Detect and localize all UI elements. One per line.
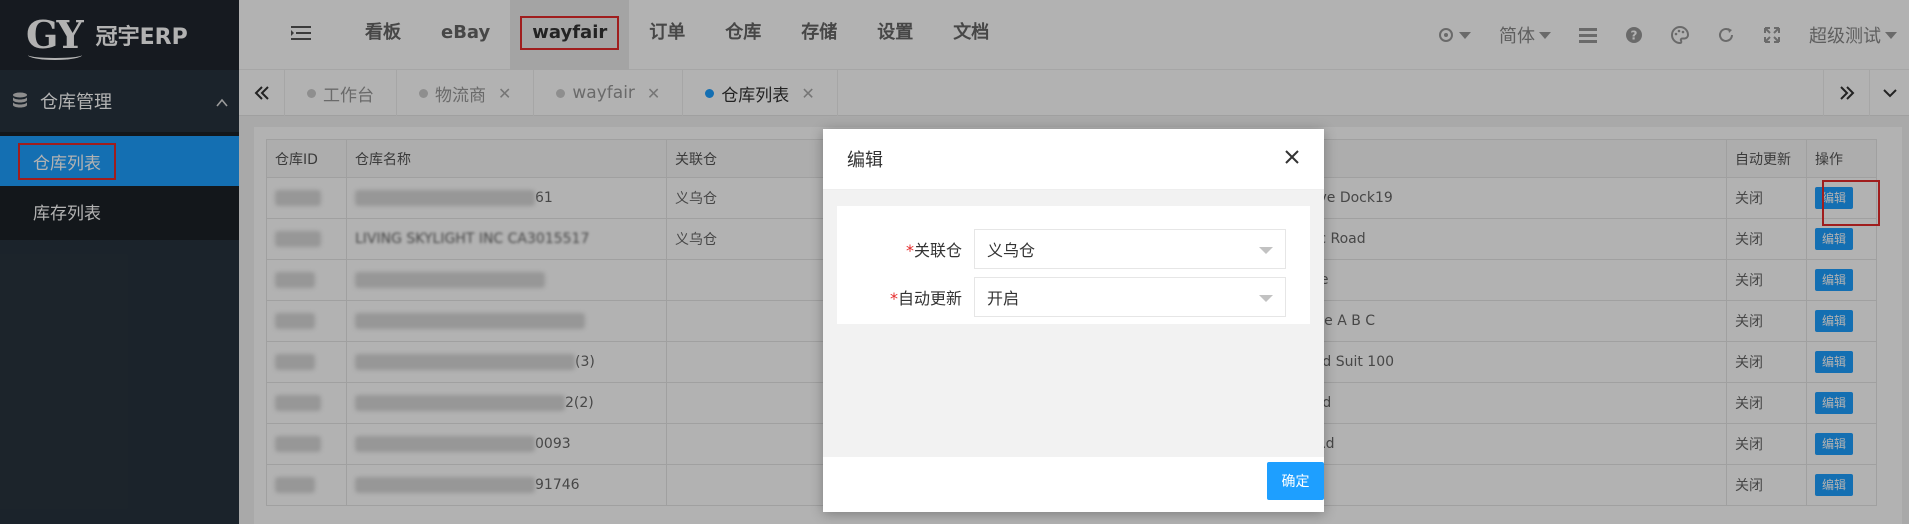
select-value: 义乌仓 — [987, 241, 1036, 260]
linked-warehouse-select[interactable]: 义乌仓 — [974, 229, 1286, 269]
required-mark: * — [889, 289, 898, 308]
auto-update-select[interactable]: 开启 — [974, 277, 1286, 317]
dropdown-arrow-icon — [1259, 247, 1273, 254]
field-label-text: 关联仓 — [913, 241, 962, 260]
modal-title: 编辑 — [847, 150, 883, 171]
edit-modal: 编辑 *关联仓 义乌仓 *自动更新 开启 确定 — [823, 129, 1324, 512]
modal-footer: 确定 — [823, 457, 1324, 512]
form-row-auto-update: *自动更新 开启 — [837, 277, 1310, 317]
modal-header: 编辑 — [823, 129, 1324, 190]
modal-body: *关联仓 义乌仓 *自动更新 开启 — [823, 190, 1324, 457]
form-row-linked-warehouse: *关联仓 义乌仓 — [837, 229, 1310, 269]
close-icon[interactable] — [1284, 149, 1300, 170]
dropdown-arrow-icon — [1259, 295, 1273, 302]
required-mark: * — [905, 241, 914, 260]
confirm-button[interactable]: 确定 — [1267, 462, 1324, 500]
edit-form: *关联仓 义乌仓 *自动更新 开启 — [837, 206, 1310, 324]
field-label: *关联仓 — [837, 237, 974, 261]
field-label: *自动更新 — [837, 285, 974, 309]
field-label-text: 自动更新 — [897, 289, 962, 308]
select-value: 开启 — [987, 289, 1020, 308]
